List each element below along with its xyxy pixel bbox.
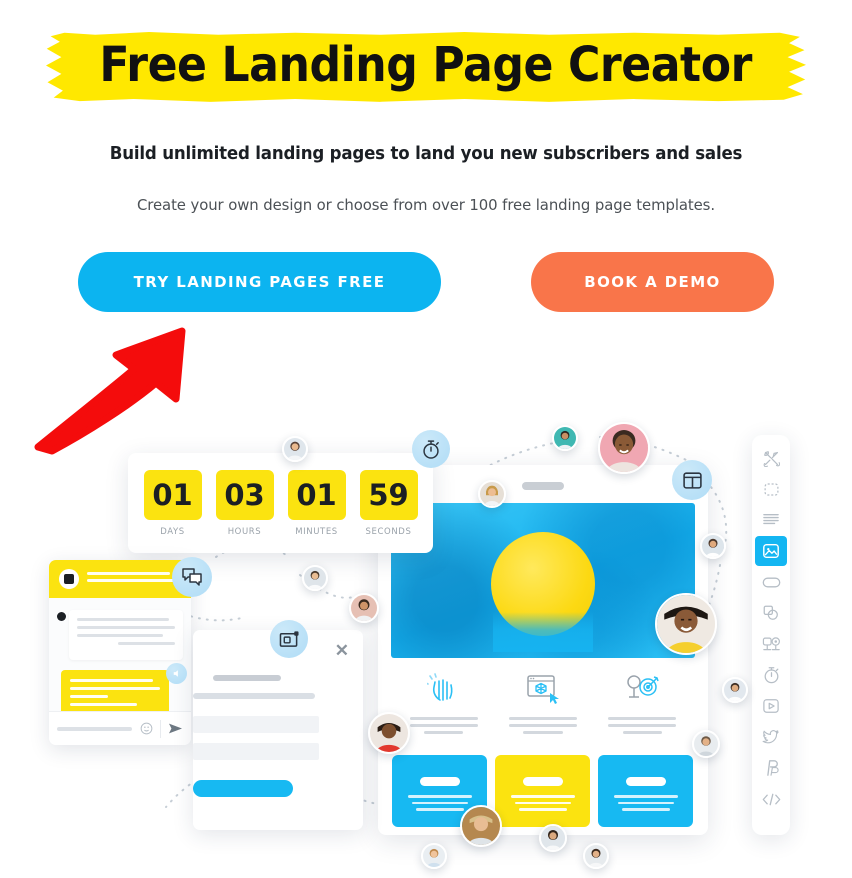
text-lines-icon[interactable] xyxy=(755,505,787,535)
mini-card-title-pill xyxy=(625,777,666,786)
code-icon[interactable] xyxy=(755,784,787,814)
send-icon[interactable] xyxy=(168,722,183,735)
video-camera-icon[interactable] xyxy=(755,629,787,659)
hero-description: Create your own design or choose from ov… xyxy=(136,195,715,214)
layout-grid-icon xyxy=(682,471,702,489)
countdown-value: 03 xyxy=(215,469,274,520)
avatar xyxy=(460,805,502,847)
mini-card-row xyxy=(392,755,694,827)
dashed-box-icon[interactable] xyxy=(755,474,787,504)
chat-input-divider xyxy=(160,719,161,738)
feature-text-lines xyxy=(409,717,478,738)
hero-text-block: Free Landing Page Creator Build unlimite… xyxy=(0,0,852,214)
chat-text-input[interactable] xyxy=(57,726,132,731)
builder-toolbar xyxy=(752,435,790,835)
avatar xyxy=(583,843,609,869)
popup-submit-button[interactable] xyxy=(193,780,293,797)
countdown-value: 01 xyxy=(143,469,202,520)
chat-input-bar[interactable] xyxy=(49,711,191,745)
hero-subtitle: Build unlimited landing pages to land yo… xyxy=(109,143,743,164)
chat-bubbles-icon xyxy=(182,568,202,586)
page-title-wrapper: Free Landing Page Creator xyxy=(41,32,810,102)
layout-grid-icon-badge xyxy=(672,460,712,500)
book-a-demo-button[interactable]: BOOK A DEMO xyxy=(531,252,774,312)
mini-card-title-pill xyxy=(419,777,460,786)
3d-box-browser-icon xyxy=(527,675,559,704)
mini-card-title-pill xyxy=(522,777,563,786)
avatar xyxy=(722,677,748,703)
twitter-icon[interactable] xyxy=(755,722,787,752)
popup-input-field[interactable] xyxy=(193,743,319,760)
timer-icon[interactable] xyxy=(755,660,787,690)
cta-button-row: TRY LANDING PAGES FREE BOOK A DEMO xyxy=(0,252,852,312)
feature-icon-row xyxy=(394,673,692,738)
chat-agent-avatar xyxy=(59,569,79,589)
avatar xyxy=(349,593,379,623)
countdown-value: 01 xyxy=(287,469,346,520)
try-landing-pages-free-button[interactable]: TRY LANDING PAGES FREE xyxy=(78,252,441,312)
preview-title-bar xyxy=(522,482,564,490)
button-pill-icon[interactable] xyxy=(755,567,787,597)
chat-sender-dot xyxy=(57,612,66,621)
popup-window-icon-badge xyxy=(270,620,308,658)
shapes-icon[interactable] xyxy=(755,598,787,628)
sound-icon xyxy=(173,670,178,677)
feature-text-lines xyxy=(608,717,677,738)
avatar xyxy=(421,843,447,869)
chat-message-incoming xyxy=(69,610,183,660)
avatar xyxy=(368,712,410,754)
chat-header-lines xyxy=(87,572,181,586)
landing-page-hero-section: Free Landing Page Creator Build unlimite… xyxy=(0,0,852,878)
popup-close-button[interactable]: ✕ xyxy=(335,642,349,659)
avatar xyxy=(692,730,720,758)
avatar xyxy=(282,436,308,462)
image-icon[interactable] xyxy=(755,536,787,566)
countdown-unit: 01 DAYS xyxy=(143,469,202,537)
page-title: Free Landing Page Creator xyxy=(99,37,753,93)
avatar xyxy=(539,824,567,852)
countdown-unit: 59 SECONDS xyxy=(359,469,418,537)
form-popup-card: ✕ xyxy=(193,630,363,830)
avatar xyxy=(478,480,506,508)
target-dart-icon xyxy=(627,675,660,698)
preview-hero-image xyxy=(391,503,695,658)
chat-bubbles-icon-badge xyxy=(172,557,212,597)
mini-card xyxy=(495,755,590,827)
feature-text-lines xyxy=(508,717,577,738)
countdown-value: 59 xyxy=(359,469,418,520)
sun-fade-mask xyxy=(493,611,593,652)
play-icon[interactable] xyxy=(755,691,787,721)
countdown-label: DAYS xyxy=(160,526,185,537)
countdown-timer-widget: 01 DAYS 03 HOURS 01 MINUTES 59 SECONDS xyxy=(128,453,433,553)
feature-item xyxy=(401,673,487,738)
chat-widget xyxy=(49,560,191,745)
stopwatch-icon-badge xyxy=(412,430,450,468)
sound-icon-badge xyxy=(166,663,187,684)
countdown-label: MINUTES xyxy=(295,526,338,537)
paypal-icon[interactable] xyxy=(755,753,787,783)
popup-window-icon xyxy=(279,630,299,647)
feature-item xyxy=(599,673,685,738)
avatar xyxy=(302,565,328,591)
mini-card xyxy=(598,755,693,827)
popup-heading-bar xyxy=(213,675,281,681)
waving-hand-icon xyxy=(426,673,453,701)
avatar xyxy=(700,533,726,559)
stopwatch-icon xyxy=(423,439,439,459)
countdown-label: HOURS xyxy=(227,526,262,537)
popup-input-field[interactable] xyxy=(193,716,319,733)
avatar xyxy=(598,422,650,474)
avatar xyxy=(655,593,717,655)
emoji-icon[interactable] xyxy=(140,722,153,735)
popup-subheading-bar xyxy=(193,693,315,699)
countdown-unit: 01 MINUTES xyxy=(287,469,346,537)
chat-widget-header xyxy=(49,560,191,598)
landing-page-builder-illustration: 01 DAYS 03 HOURS 01 MINUTES 59 SECONDS ✕ xyxy=(0,415,852,878)
feature-item xyxy=(500,673,586,738)
avatar xyxy=(552,425,578,451)
tools-icon[interactable] xyxy=(755,443,787,473)
countdown-label: SECONDS xyxy=(365,526,412,537)
countdown-unit: 03 HOURS xyxy=(215,469,274,537)
